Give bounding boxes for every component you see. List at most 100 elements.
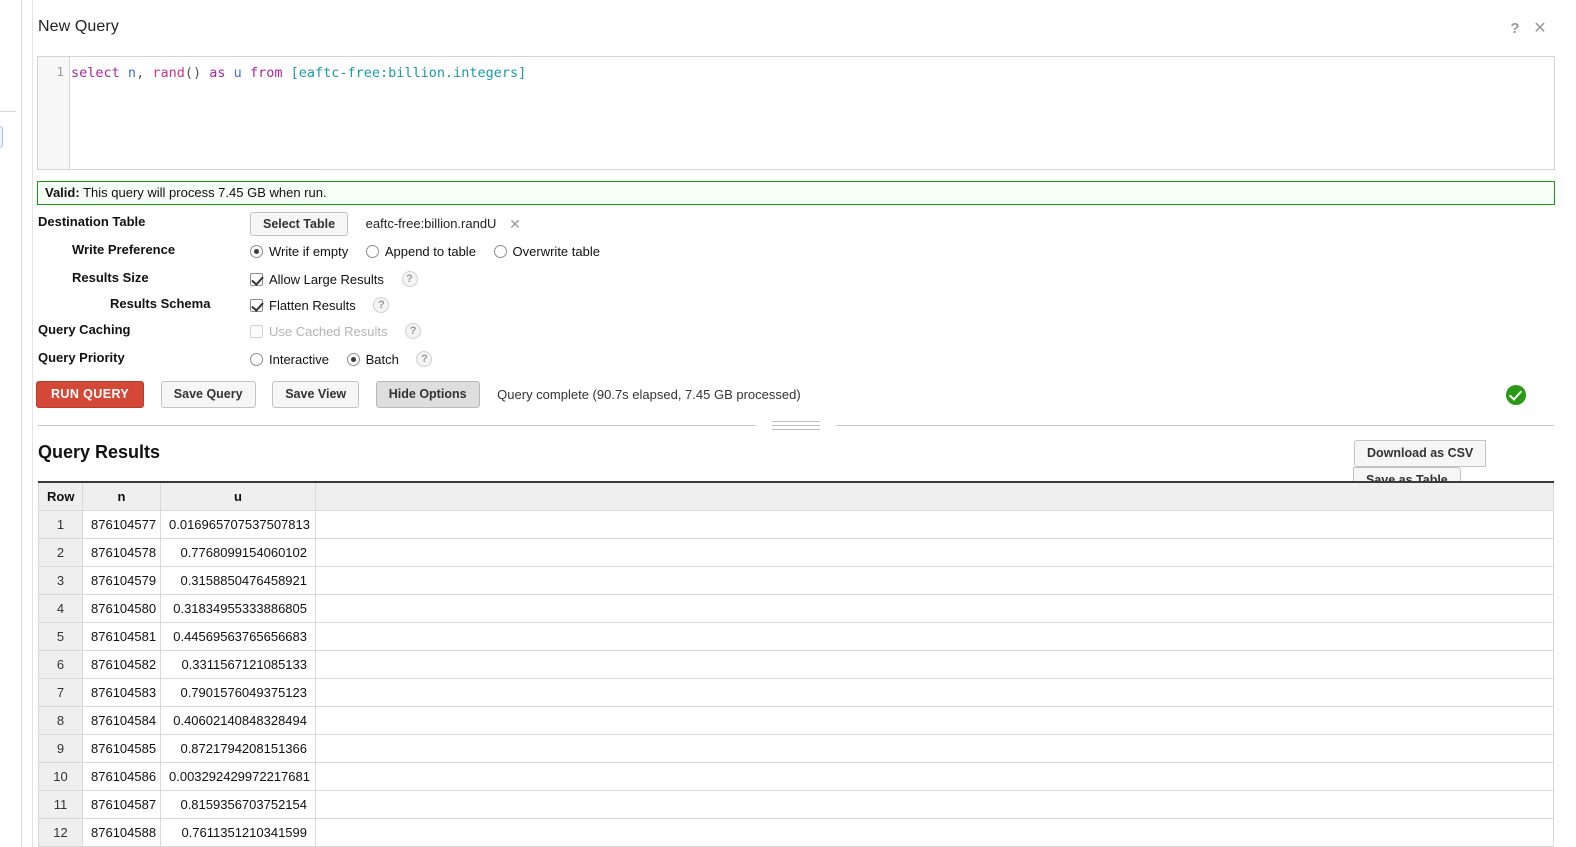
cell-n: 876104583 — [82, 677, 161, 707]
save-query-button[interactable]: Save Query — [160, 381, 256, 408]
sidebar-divider-outer — [21, 0, 22, 847]
cell-pad — [315, 649, 1554, 679]
column-header-pad — [315, 481, 1554, 511]
checkbox-indicator — [250, 298, 263, 312]
hide-options-button[interactable]: Hide Options — [375, 381, 480, 408]
clear-destination-table-icon[interactable]: ✕ — [509, 212, 521, 236]
panel-titlebar: New Query ? ✕ — [36, 18, 1556, 48]
results-size-row: Results Size Allow Large Results ? — [36, 268, 1556, 292]
cell-pad — [315, 733, 1554, 763]
new-query-panel: New Query ? ✕ 1 select n, rand() as u fr… — [36, 0, 1556, 847]
table-row[interactable]: 8 876104584 0.40602140848328494 — [38, 705, 1554, 735]
cell-row-index: 5 — [38, 621, 83, 651]
cell-u: 0.003292429972217681 — [160, 761, 316, 791]
cell-u: 0.31834955333886805 — [160, 593, 316, 623]
allow-large-results-help-icon[interactable]: ? — [401, 271, 418, 287]
radio-indicator — [250, 244, 263, 258]
validation-message: This query will process 7.45 GB when run… — [83, 185, 327, 200]
sql-token-keyword: from — [249, 65, 283, 81]
sql-token-plain — [120, 65, 128, 81]
table-row[interactable]: 5 876104581 0.44569563765656683 — [38, 621, 1554, 651]
radio-indicator — [365, 244, 379, 258]
cell-n: 876104578 — [82, 537, 161, 567]
cell-u: 0.7611351210341599 — [160, 817, 316, 847]
sidebar-stub-chip[interactable] — [0, 126, 3, 148]
table-row[interactable]: 10 876104586 0.003292429972217681 — [38, 761, 1554, 791]
cell-pad — [315, 677, 1554, 707]
radio-indicator — [250, 352, 263, 366]
checkbox-label: Flatten Results — [269, 297, 356, 313]
cell-n: 876104587 — [82, 789, 161, 819]
table-row[interactable]: 12 876104588 0.7611351210341599 — [38, 817, 1554, 847]
download-as-csv-button[interactable]: Download as CSV — [1354, 440, 1487, 467]
results-action-group: Download as CSV Save as Table — [1353, 440, 1556, 494]
query-editor[interactable]: 1 select n, rand() as u from [eaftc-free… — [37, 56, 1555, 170]
run-query-button[interactable]: RUN QUERY — [36, 381, 145, 408]
table-row[interactable]: 7 876104583 0.7901576049375123 — [38, 677, 1554, 707]
panel-splitter[interactable] — [36, 418, 1556, 434]
validation-label: Valid: — [45, 185, 80, 200]
close-x-icon[interactable]: ✕ — [1531, 20, 1549, 38]
cell-pad — [315, 621, 1554, 651]
cell-row-index: 9 — [38, 733, 83, 763]
sql-token-identifier: u — [233, 65, 242, 81]
checkbox-indicator — [250, 272, 263, 286]
radio-label: Overwrite table — [512, 243, 600, 259]
query-action-bar: RUN QUERY Save Query Save View Hide Opti… — [36, 381, 1556, 409]
table-row[interactable]: 11 876104587 0.8159356703752154 — [38, 789, 1554, 819]
cell-pad — [315, 537, 1554, 567]
column-header-n[interactable]: n — [82, 481, 161, 511]
checkbox-label: Use Cached Results — [269, 323, 388, 339]
radio-indicator — [493, 244, 507, 258]
splitter-grip-icon[interactable] — [764, 419, 828, 433]
question-mark-icon[interactable]: ? — [1506, 20, 1524, 38]
cell-row-index: 7 — [38, 677, 83, 707]
checkbox-allow-large-results[interactable]: Allow Large Results — [250, 268, 384, 290]
destination-table-value: eaftc-free:billion.randU — [365, 216, 497, 231]
checkbox-label: Allow Large Results — [269, 271, 384, 287]
radio-overwrite-table[interactable]: Overwrite table — [493, 240, 600, 262]
query-caching-row: Query Caching Use Cached Results ? — [36, 320, 1556, 344]
cell-u: 0.3311567121085133 — [160, 649, 316, 679]
radio-append-to-table[interactable]: Append to table — [365, 240, 476, 262]
results-schema-label: Results Schema — [110, 296, 211, 311]
checkbox-flatten-results[interactable]: Flatten Results — [250, 294, 356, 316]
flatten-results-help-icon[interactable]: ? — [373, 297, 390, 313]
cell-n: 876104582 — [82, 649, 161, 679]
table-row[interactable]: 3 876104579 0.3158850476458921 — [38, 565, 1554, 595]
select-table-button[interactable]: Select Table — [250, 212, 349, 236]
radio-batch[interactable]: Batch — [346, 348, 399, 370]
cell-pad — [315, 593, 1554, 623]
cell-u: 0.40602140848328494 — [160, 705, 316, 735]
cell-u: 0.8159356703752154 — [160, 789, 316, 819]
sql-token-identifier: n — [127, 65, 137, 81]
column-header-u[interactable]: u — [160, 481, 316, 511]
radio-label: Append to table — [384, 243, 476, 259]
destination-table-row: Destination Table Select Table eaftc-fre… — [36, 212, 1556, 236]
radio-label: Write if empty — [269, 243, 349, 259]
radio-interactive[interactable]: Interactive — [250, 348, 329, 370]
sql-code-line[interactable]: select n, rand() as u from [eaftc-free:b… — [71, 64, 1550, 82]
use-cached-results-help-icon[interactable]: ? — [405, 323, 422, 339]
query-status-text: Query complete (90.7s elapsed, 7.45 GB p… — [497, 387, 801, 402]
splitter-rule-right — [836, 425, 1554, 426]
table-row[interactable]: 4 876104580 0.31834955333886805 — [38, 593, 1554, 623]
radio-indicator — [346, 352, 360, 366]
cell-n: 876104588 — [82, 817, 161, 847]
splitter-rule-left — [38, 425, 756, 426]
cell-pad — [315, 817, 1554, 847]
editor-gutter: 1 — [38, 57, 70, 169]
page-title: New Query — [38, 18, 119, 35]
green-check-circle-icon — [1506, 385, 1526, 405]
table-row[interactable]: 1 876104577 0.016965707537507813 — [38, 509, 1554, 539]
radio-write-if-empty[interactable]: Write if empty — [250, 240, 348, 262]
sidebar-divider-inner — [32, 0, 33, 847]
table-row[interactable]: 6 876104582 0.3311567121085133 — [38, 649, 1554, 679]
column-header-row[interactable]: Row — [38, 481, 83, 511]
cell-u: 0.44569563765656683 — [160, 621, 316, 651]
table-row[interactable]: 9 876104585 0.8721794208151366 — [38, 733, 1554, 763]
query-priority-help-icon[interactable]: ? — [416, 351, 433, 367]
table-row[interactable]: 2 876104578 0.7768099154060102 — [38, 537, 1554, 567]
sql-token-plain — [226, 65, 234, 81]
save-view-button[interactable]: Save View — [272, 381, 360, 408]
